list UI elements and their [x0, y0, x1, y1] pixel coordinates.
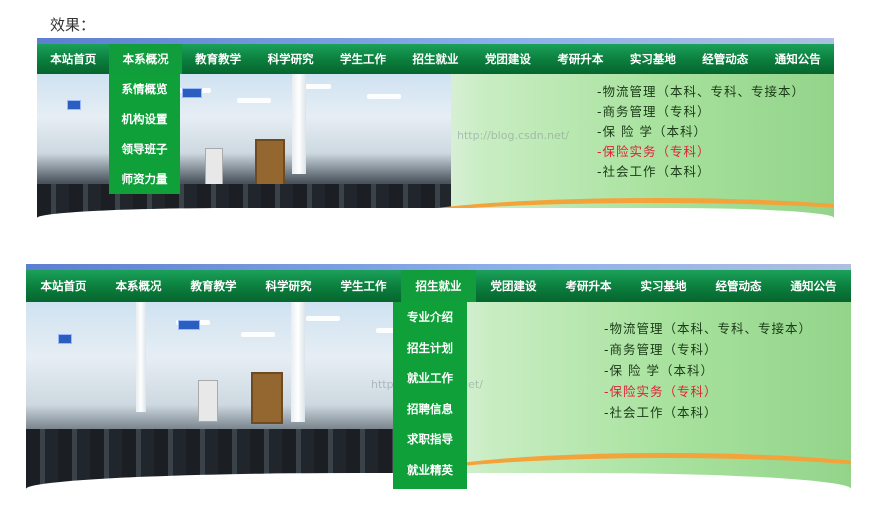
ceiling-light: [237, 98, 271, 103]
nav-item-news[interactable]: 经管动态: [701, 270, 776, 302]
ceiling-light: [241, 332, 275, 337]
nav-item-party[interactable]: 党团建设: [472, 44, 544, 74]
nav-item-graduate[interactable]: 考研升本: [544, 44, 616, 74]
dropdown-item-faculty[interactable]: 师资力量: [109, 164, 180, 194]
watermark: http://blog.csdn.net/: [457, 129, 569, 142]
room-sign: [182, 88, 202, 98]
door: [255, 139, 285, 187]
program-list: -物流管理（本科、专科、专接本） -商务管理（专科） -保 险 学（本科） -保…: [597, 82, 805, 182]
pillar: [136, 302, 146, 412]
program-item: -物流管理（本科、专科、专接本）: [604, 321, 813, 336]
nav-item-graduate[interactable]: 考研升本: [551, 270, 626, 302]
nav-item-research[interactable]: 科学研究: [254, 44, 326, 74]
program-item-highlight: -保险实务（专科）: [597, 144, 711, 159]
cabinet: [198, 380, 218, 422]
ceiling-light: [367, 94, 401, 99]
nav-item-research[interactable]: 科学研究: [251, 270, 326, 302]
program-item: -商务管理（专科）: [604, 342, 718, 357]
nav-item-student-work[interactable]: 学生工作: [326, 270, 401, 302]
nav-item-party[interactable]: 党团建设: [476, 270, 551, 302]
pillar: [291, 302, 305, 422]
nav-item-admission[interactable]: 招生就业: [399, 44, 471, 74]
dropdown-item-recruitment[interactable]: 招聘信息: [393, 394, 467, 425]
intro-label: 效果：: [50, 16, 96, 34]
dropdown-item-profile[interactable]: 系情概览: [109, 74, 180, 104]
program-item-highlight: -保险实务（专科）: [604, 384, 718, 399]
program-item: -保 险 学（本科）: [597, 124, 707, 139]
nav-item-overview[interactable]: 本系概况: [101, 270, 176, 302]
room-sign: [58, 334, 72, 344]
dropdown-item-employment[interactable]: 就业工作: [393, 363, 467, 394]
main-nav: 本站首页 本系概况 教育教学 科学研究 学生工作 招生就业 党团建设 考研升本 …: [37, 44, 834, 74]
banner-preview-overview: 本站首页 本系概况 教育教学 科学研究 学生工作 招生就业 党团建设 考研升本 …: [37, 38, 834, 218]
nav-item-internship[interactable]: 实习基地: [617, 44, 689, 74]
nav-item-overview[interactable]: 本系概况: [109, 44, 182, 74]
nav-item-teaching[interactable]: 教育教学: [182, 44, 254, 74]
door: [251, 372, 283, 424]
program-list: -物流管理（本科、专科、专接本） -商务管理（专科） -保 险 学（本科） -保…: [604, 318, 812, 423]
nav-item-notices[interactable]: 通知公告: [762, 44, 834, 74]
dropdown-item-career-guide[interactable]: 求职指导: [393, 424, 467, 455]
nav-item-news[interactable]: 经管动态: [689, 44, 761, 74]
main-nav: 本站首页 本系概况 教育教学 科学研究 学生工作 招生就业 党团建设 考研升本 …: [26, 270, 851, 302]
computer-lab-image: [26, 302, 455, 489]
nav-item-admission[interactable]: 招生就业: [401, 270, 476, 302]
nav-item-internship[interactable]: 实习基地: [626, 270, 701, 302]
pillar: [292, 74, 306, 174]
cabinet: [205, 148, 223, 186]
white-curve: [37, 208, 834, 218]
dropdown-admission: 专业介绍 招生计划 就业工作 招聘信息 求职指导 就业精英: [393, 302, 467, 489]
nav-item-notices[interactable]: 通知公告: [776, 270, 851, 302]
nav-item-home[interactable]: 本站首页: [37, 44, 109, 74]
computer-lab-image: [37, 74, 452, 218]
dropdown-overview: 系情概览 机构设置 领导班子 师资力量: [109, 74, 180, 194]
room-sign: [67, 100, 81, 110]
program-item: -商务管理（专科）: [597, 104, 711, 119]
nav-item-student-work[interactable]: 学生工作: [327, 44, 399, 74]
room-sign: [178, 320, 200, 330]
dropdown-item-leadership[interactable]: 领导班子: [109, 134, 180, 164]
nav-item-teaching[interactable]: 教育教学: [176, 270, 251, 302]
program-item: -社会工作（本科）: [604, 405, 718, 420]
program-item: -社会工作（本科）: [597, 164, 711, 179]
dropdown-item-enrollment-plan[interactable]: 招生计划: [393, 333, 467, 364]
ceiling-light: [306, 316, 340, 321]
banner-preview-admission: 本站首页 本系概况 教育教学 科学研究 学生工作 招生就业 党团建设 考研升本 …: [26, 264, 851, 489]
dropdown-item-majors[interactable]: 专业介绍: [393, 302, 467, 333]
nav-item-home[interactable]: 本站首页: [26, 270, 101, 302]
dropdown-item-organization[interactable]: 机构设置: [109, 104, 180, 134]
program-item: -物流管理（本科、专科、专接本）: [597, 84, 806, 99]
program-item: -保 险 学（本科）: [604, 363, 714, 378]
dropdown-item-alumni[interactable]: 就业精英: [393, 455, 467, 486]
